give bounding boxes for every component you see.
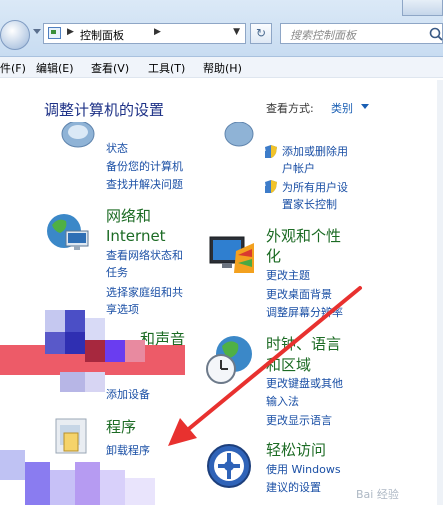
control-panel-window: ▶ 控制面板 ▶ ▼ ↻ 搜索控制面板 件(F) 编辑(E) 查看(V) 工具(… [0, 0, 443, 505]
watermark: Bai 经验 [356, 488, 399, 501]
scrollbar[interactable] [437, 80, 443, 505]
annotation-arrow [168, 286, 362, 446]
